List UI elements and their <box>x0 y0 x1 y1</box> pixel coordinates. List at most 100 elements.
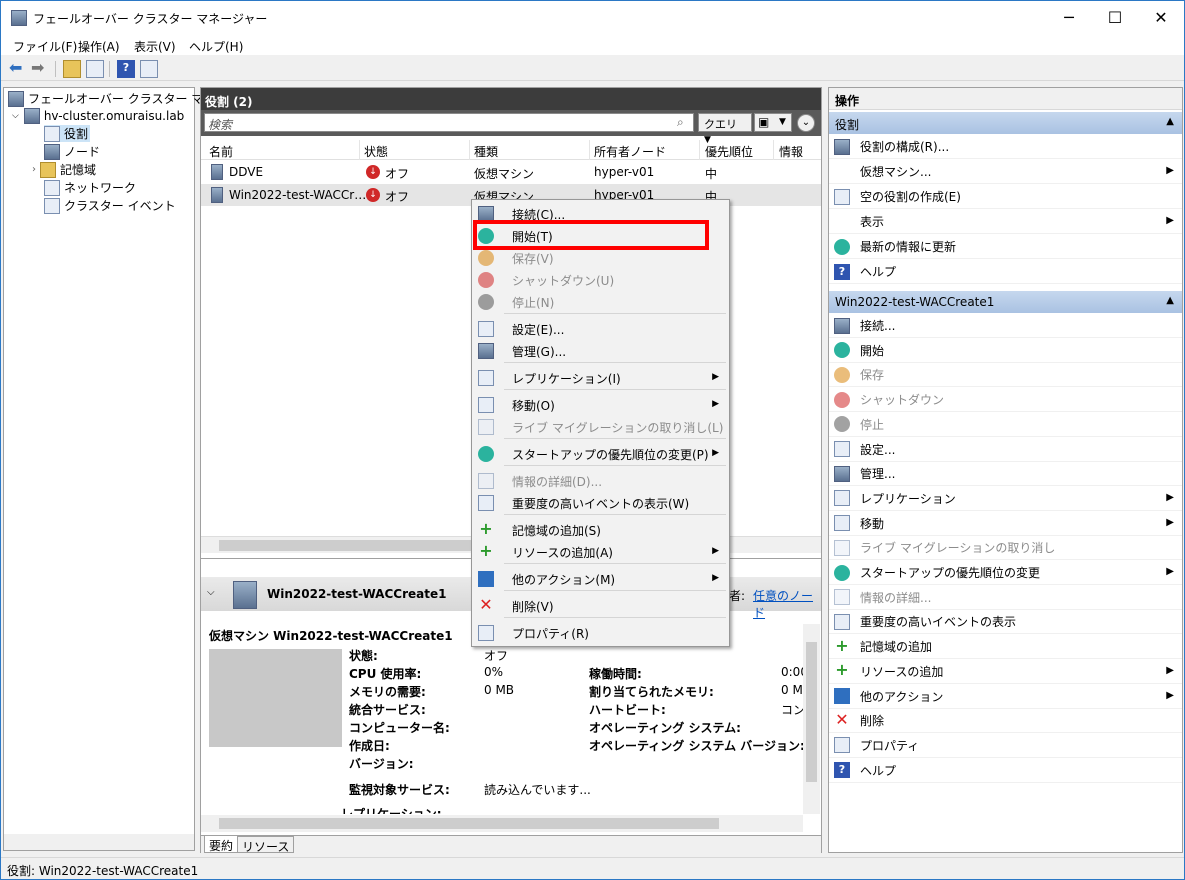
context-menu-item[interactable]: プロパティ(R) <box>474 622 727 644</box>
column-type[interactable]: 種類 <box>474 143 498 160</box>
context-menu-item[interactable]: 停止(N) <box>474 291 727 313</box>
column-name[interactable]: 名前 <box>209 143 233 160</box>
action-item[interactable]: ? ヘルプ <box>829 260 1182 284</box>
action-item[interactable]: 停止 <box>829 413 1182 437</box>
minimize-button[interactable]: ─ <box>1046 1 1092 35</box>
context-menu-item[interactable]: シャットダウン(U) <box>474 269 727 291</box>
action-item[interactable]: 開始 <box>829 339 1182 363</box>
action-item[interactable]: プロパティ <box>829 734 1182 758</box>
action-item[interactable]: ✕ 削除 <box>829 709 1182 734</box>
scroll-thumb[interactable] <box>219 818 719 829</box>
menu-file[interactable]: ファイル(F) <box>13 38 77 55</box>
context-menu-item[interactable]: 設定(E)... <box>474 318 727 340</box>
up-folder-icon[interactable] <box>63 60 81 78</box>
tree-cluster-label: hv-cluster.omuraisu.lab <box>43 109 185 123</box>
action-item[interactable]: + 記憶域の追加 <box>829 635 1182 660</box>
action-label: 接続... <box>860 319 896 333</box>
column-state[interactable]: 状態 <box>364 143 388 160</box>
action-item[interactable]: 重要度の高いイベントの表示 <box>829 610 1182 635</box>
forward-arrow-icon[interactable]: ➡ <box>31 60 49 78</box>
tree-cluster[interactable]: ⌵ hv-cluster.omuraisu.lab <box>12 108 184 124</box>
column-priority[interactable]: 優先順位 <box>705 143 753 160</box>
action-item[interactable]: スタートアップの優先順位の変更 ▶ <box>829 561 1182 585</box>
cancel-migration-icon <box>834 539 850 556</box>
action-item[interactable]: 設定... <box>829 438 1182 462</box>
maximize-button[interactable]: ☐ <box>1092 1 1138 35</box>
action-item[interactable]: 管理... <box>829 462 1182 487</box>
menu-separator <box>504 617 726 618</box>
action-item[interactable]: 最新の情報に更新 <box>829 235 1182 259</box>
context-menu-item[interactable]: スタートアップの優先順位の変更(P) ▶ <box>474 443 727 465</box>
show-hide-tree-icon[interactable] <box>86 60 104 78</box>
action-item[interactable]: レプリケーション ▶ <box>829 487 1182 511</box>
action-item[interactable]: シャットダウン <box>829 388 1182 413</box>
chevron-down-icon[interactable]: ⌵ <box>12 111 19 121</box>
table-row[interactable]: DDVE ↓ オフ 仮想マシン hyper-v01 中 <box>201 161 821 183</box>
menu-help[interactable]: ヘルプ(H) <box>189 38 243 55</box>
chevron-right-icon[interactable]: › <box>32 164 36 175</box>
tree-hscrollbar[interactable] <box>4 834 194 850</box>
actions-group-vm[interactable]: Win2022-test-WACCreate1 ▲ <box>829 291 1182 313</box>
tree-item-storage[interactable]: › 記憶域 <box>32 161 96 178</box>
action-item[interactable]: 役割の構成(R)... <box>829 135 1182 159</box>
row-state: オフ <box>385 190 410 204</box>
action-item[interactable]: ライブ マイグレーションの取り消し <box>829 536 1182 561</box>
context-menu-label: スタートアップの優先順位の変更(P) <box>512 447 709 462</box>
expand-collapse-icon[interactable]: ⌄ <box>797 114 815 132</box>
context-menu-item[interactable]: + 記憶域の追加(S) <box>474 519 727 541</box>
action-item[interactable]: 他のアクション ▶ <box>829 685 1182 709</box>
field-label: メモリの需要: <box>349 685 426 699</box>
tab-summary[interactable]: 要約 <box>204 836 239 853</box>
search-input[interactable]: 検索 <box>204 113 694 132</box>
close-button[interactable]: ✕ <box>1138 1 1184 35</box>
action-item[interactable]: 移動 ▶ <box>829 512 1182 536</box>
query-button[interactable]: クエリ ▼ <box>698 113 752 145</box>
field-label: 状態: <box>349 649 378 663</box>
actions-group-roles[interactable]: 役割 ▲ <box>829 112 1182 134</box>
context-menu-item[interactable]: 保存(V) <box>474 247 727 269</box>
context-menu-item[interactable]: ✕ 削除(V) <box>474 595 727 617</box>
save-query-button[interactable]: ▣ ▼ <box>754 113 792 132</box>
context-menu-item[interactable]: 情報の詳細(D)... <box>474 470 727 492</box>
context-menu-item[interactable]: 移動(O) ▶ <box>474 394 727 416</box>
context-menu-item[interactable]: 重要度の高いイベントの表示(W) <box>474 492 727 514</box>
action-item[interactable]: 保存 <box>829 363 1182 388</box>
tree-item-roles[interactable]: 役割 <box>44 125 91 142</box>
roles-icon <box>44 125 60 142</box>
context-menu-item[interactable]: + リソースの追加(A) ▶ <box>474 541 727 563</box>
context-menu-item[interactable]: レプリケーション(I) ▶ <box>474 367 727 389</box>
column-owner[interactable]: 所有者ノード <box>594 143 666 160</box>
tab-resources[interactable]: リソース <box>237 836 295 854</box>
move-icon <box>834 515 850 532</box>
tree-item-networks[interactable]: ネットワーク <box>44 179 136 196</box>
details-hscrollbar[interactable] <box>201 815 803 832</box>
scroll-thumb[interactable] <box>806 642 817 782</box>
back-arrow-icon[interactable]: ⬅ <box>9 60 27 78</box>
action-item[interactable]: 接続... <box>829 314 1182 338</box>
context-menu-item[interactable]: ライブ マイグレーションの取り消し(L) <box>474 416 727 438</box>
context-menu-item[interactable]: 他のアクション(M) ▶ <box>474 568 727 590</box>
collapse-icon[interactable]: ▲ <box>1166 295 1174 306</box>
column-divider <box>359 140 360 160</box>
action-item[interactable]: 表示 ▶ <box>829 210 1182 234</box>
tree-item-events[interactable]: クラスター イベント <box>44 197 176 214</box>
details-vscrollbar[interactable] <box>803 624 820 814</box>
search-icon[interactable]: ⌕ <box>677 115 684 130</box>
action-label: スタートアップの優先順位の変更 <box>860 566 1041 580</box>
context-menu-item[interactable]: 管理(G)... <box>474 340 727 362</box>
collapse-icon[interactable]: ▲ <box>1166 116 1174 127</box>
submenu-arrow-icon: ▶ <box>1166 664 1174 676</box>
chevron-down-icon[interactable]: ⌵ <box>207 587 215 598</box>
action-pane-icon[interactable] <box>140 60 158 78</box>
preferred-owner-link[interactable]: 任意のノード <box>753 587 821 621</box>
menu-action[interactable]: 操作(A) <box>78 38 120 55</box>
action-item[interactable]: ? ヘルプ <box>829 759 1182 783</box>
action-item[interactable]: 情報の詳細... <box>829 586 1182 610</box>
action-item[interactable]: 空の役割の作成(E) <box>829 185 1182 209</box>
tree-item-nodes[interactable]: ノード <box>44 143 100 160</box>
action-item[interactable]: + リソースの追加 ▶ <box>829 660 1182 684</box>
help-icon[interactable]: ? <box>117 60 135 78</box>
action-item[interactable]: 仮想マシン... ▶ <box>829 160 1182 184</box>
column-info[interactable]: 情報 <box>779 143 803 160</box>
menu-view[interactable]: 表示(V) <box>134 38 176 55</box>
